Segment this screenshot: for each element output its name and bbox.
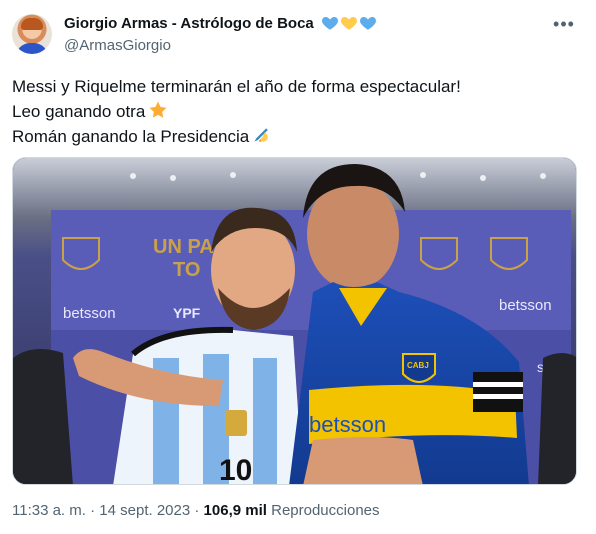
author-row: Giorgio Armas - Astrólogo de Boca — [64, 14, 377, 32]
views-label: Reproducciones — [271, 502, 380, 519]
tweet-line: Leo ganando otra — [12, 99, 572, 124]
avatar[interactable] — [12, 14, 52, 54]
svg-text:UN PA: UN PA — [153, 236, 214, 258]
meta-separator: · — [194, 502, 200, 519]
tweet-line: Román ganando la Presidencia — [12, 124, 572, 149]
tweet-text: Messi y Riquelme terminarán el año de fo… — [12, 74, 572, 149]
views-count: 106,9 mil — [203, 502, 267, 519]
tweet-photo[interactable]: UN PA TO betsson YPF betsson ssoN 10 — [12, 157, 577, 485]
name-emojis — [321, 14, 377, 32]
tweet-line-text: Messi y Riquelme terminarán el año de fo… — [12, 77, 461, 96]
author-name[interactable]: Giorgio Armas - Astrólogo de Boca — [64, 15, 314, 32]
star-icon — [149, 101, 167, 118]
tweet-line-text: Leo ganando otra — [12, 102, 146, 121]
tweet-meta: 11:33 a. m. · 14 sept. 2023 · 106,9 mil … — [12, 502, 380, 519]
yellow-heart-icon — [340, 17, 357, 30]
svg-text:YPF: YPF — [173, 305, 201, 321]
blue-heart-icon — [359, 17, 376, 30]
tweet-date[interactable]: 14 sept. 2023 — [99, 502, 190, 519]
tweet-line: Messi y Riquelme terminarán el año de fo… — [12, 74, 572, 99]
photo-image: UN PA TO betsson YPF betsson ssoN 10 — [13, 158, 576, 485]
svg-text:CABJ: CABJ — [407, 361, 429, 370]
blue-heart-icon — [321, 17, 338, 30]
writing-hand-icon — [254, 128, 269, 142]
more-options-icon[interactable]: ••• — [552, 14, 576, 34]
svg-text:betsson: betsson — [309, 412, 386, 437]
tweet-card: Giorgio Armas - Astrólogo de Boca @Armas… — [0, 0, 596, 534]
author-handle[interactable]: @ArmasGiorgio — [64, 37, 171, 54]
svg-text:10: 10 — [219, 454, 252, 485]
meta-separator: · — [90, 502, 96, 519]
svg-text:betsson: betsson — [63, 305, 116, 322]
tweet-time[interactable]: 11:33 a. m. — [12, 502, 86, 519]
svg-text:TO: TO — [173, 259, 200, 281]
tweet-line-text: Román ganando la Presidencia — [12, 127, 250, 146]
